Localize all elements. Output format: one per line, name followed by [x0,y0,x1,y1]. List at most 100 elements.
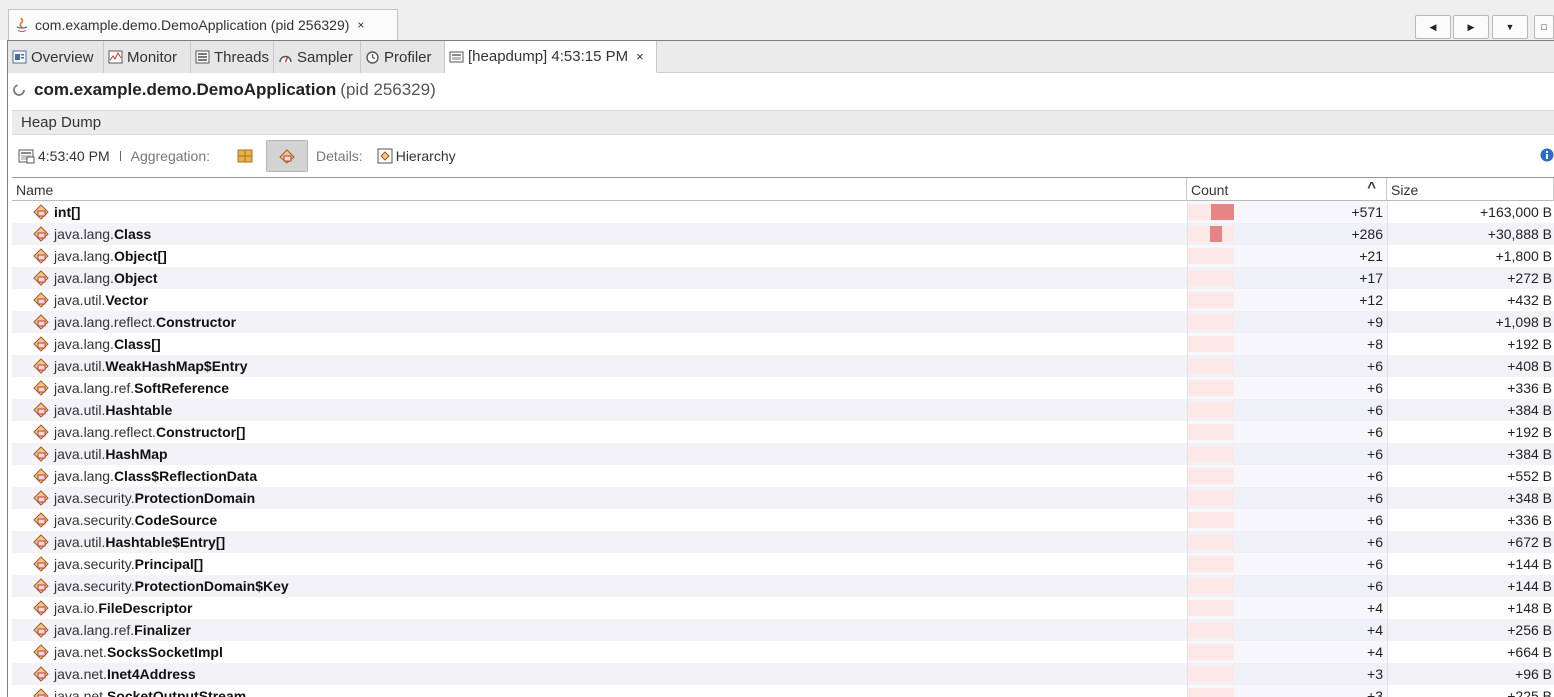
column-header-count[interactable]: Count ^ [1187,178,1387,201]
class-name: ProtectionDomain$Key [134,578,289,594]
tab-heapdump[interactable]: [heapdump] 4:53:15 PM × [445,41,657,73]
class-icon [279,149,295,164]
table-row[interactable]: java.security. ProtectionDomain +6 +348 B [12,487,1554,509]
table-row[interactable]: java.lang. Class +286 +30,888 B [12,223,1554,245]
count-value: +4 [1367,600,1383,616]
java-app-icon [16,17,28,32]
class-name: CodeSource [134,512,218,528]
cell-count: +12 [1187,289,1387,311]
tab-threads[interactable]: Threads [191,41,274,73]
cell-size: +144 B [1387,575,1554,597]
table-row[interactable]: java.net. SocketOutputStream +3 +225 B [12,685,1554,697]
table-row[interactable]: java.util. Hashtable$Entry[] +6 +672 B [12,531,1554,553]
aggregation-classes-button[interactable] [266,140,309,172]
threads-icon [195,50,210,64]
table-row[interactable]: java.security. ProtectionDomain$Key +6 +144… [12,575,1554,597]
class-icon [33,666,49,682]
class-name: Class[] [113,336,161,352]
table-header: Name Count ^ Size [12,178,1554,201]
count-value: +17 [1359,270,1383,286]
cell-count: +6 [1187,465,1387,487]
maximize-button[interactable]: □ [1534,15,1554,39]
aggregation-label: Aggregation: [130,148,211,164]
class-package: java.lang.ref. [54,622,135,638]
table-row[interactable]: java.lang. Class[] +8 +192 B [12,333,1554,355]
toolbar-separator [119,151,121,161]
table-row[interactable]: java.lang. Class$ReflectionData +6 +552 B [12,465,1554,487]
class-name: Hashtable$Entry[] [105,534,226,550]
aggregation-packages-button[interactable] [224,140,266,172]
tab-sampler[interactable]: Sampler [274,41,361,73]
table-row[interactable]: java.lang. Object +17 +272 B [12,267,1554,289]
count-value: +4 [1367,644,1383,660]
count-bar-track [1188,622,1234,638]
scroll-tabs-right-button[interactable]: ▶ [1453,15,1489,39]
class-package: java.lang. [54,468,114,484]
class-icon [33,292,49,308]
class-name: Class [113,226,152,242]
scroll-tabs-left-button[interactable]: ◀ [1415,15,1451,39]
table-row[interactable]: int[] +571 +163,000 B [12,201,1554,223]
column-header-name[interactable]: Name [12,178,1187,201]
table-row[interactable]: java.lang.ref. SoftReference +6 +336 B [12,377,1554,399]
tab-monitor[interactable]: Monitor [104,41,191,73]
tab-list-dropdown-button[interactable]: ▼ [1492,15,1528,39]
table-row[interactable]: java.lang. Object[] +21 +1,800 B [12,245,1554,267]
document-tab-close-icon[interactable]: × [357,18,364,32]
hierarchy-button[interactable]: Hierarchy [377,148,456,164]
tab-heapdump-close-icon[interactable]: × [636,49,644,64]
count-bar-track [1188,358,1234,374]
class-icon [33,358,49,374]
cell-size: +148 B [1387,597,1554,619]
class-icon [33,578,49,594]
class-package: java.net. [54,666,107,682]
class-package: java.security. [54,512,135,528]
count-bar-track [1188,490,1234,506]
cell-name: java.lang. Object [12,267,1187,289]
class-icon [33,226,49,242]
cell-count: +6 [1187,575,1387,597]
info-button[interactable] [1540,148,1554,165]
table-row[interactable]: java.net. Inet4Address +3 +96 B [12,663,1554,685]
cell-name: java.util. Hashtable [12,399,1187,421]
cell-count: +9 [1187,311,1387,333]
table-row[interactable]: java.util. HashMap +6 +384 B [12,443,1554,465]
cell-size: +225 B [1387,685,1554,697]
table-row[interactable]: java.util. WeakHashMap$Entry +6 +408 B [12,355,1554,377]
sort-ascending-icon: ^ [1367,179,1376,196]
class-package: java.util. [54,292,106,308]
cell-size: +192 B [1387,333,1554,355]
document-tab[interactable]: com.example.demo.DemoApplication (pid 25… [8,9,398,40]
column-header-size[interactable]: Size [1387,178,1554,201]
table-row[interactable]: java.util. Vector +12 +432 B [12,289,1554,311]
cell-count: +3 [1187,663,1387,685]
table-row[interactable]: java.io. FileDescriptor +4 +148 B [12,597,1554,619]
table-row[interactable]: java.net. SocksSocketImpl +4 +664 B [12,641,1554,663]
count-value: +6 [1367,468,1383,484]
class-icon [33,314,49,330]
cell-name: java.security. CodeSource [12,509,1187,531]
class-package: java.lang. [54,226,114,242]
count-value: +6 [1367,424,1383,440]
class-icon [33,402,49,418]
table-row[interactable]: java.security. CodeSource +6 +336 B [12,509,1554,531]
cell-size: +408 B [1387,355,1554,377]
snapshot-time[interactable]: 4:53:40 PM [18,148,110,164]
cell-name: int[] [12,201,1187,223]
cell-count: +3 [1187,685,1387,697]
table-row[interactable]: java.lang.reflect. Constructor +9 +1,098 B [12,311,1554,333]
profiler-icon [366,51,379,64]
count-bar-track [1188,600,1234,616]
tab-overview[interactable]: Overview [8,41,104,73]
class-package: java.util. [54,446,106,462]
table-row[interactable]: java.security. Principal[] +6 +144 B [12,553,1554,575]
count-bar-track [1188,402,1234,418]
table-row[interactable]: java.lang.ref. Finalizer +4 +256 B [12,619,1554,641]
cell-count: +4 [1187,641,1387,663]
cell-name: java.io. FileDescriptor [12,597,1187,619]
class-package: java.util. [54,534,106,550]
table-row[interactable]: java.lang.reflect. Constructor[] +6 +192 B [12,421,1554,443]
tab-profiler[interactable]: Profiler [361,41,445,73]
class-name: SoftReference [134,380,230,396]
table-row[interactable]: java.util. Hashtable +6 +384 B [12,399,1554,421]
